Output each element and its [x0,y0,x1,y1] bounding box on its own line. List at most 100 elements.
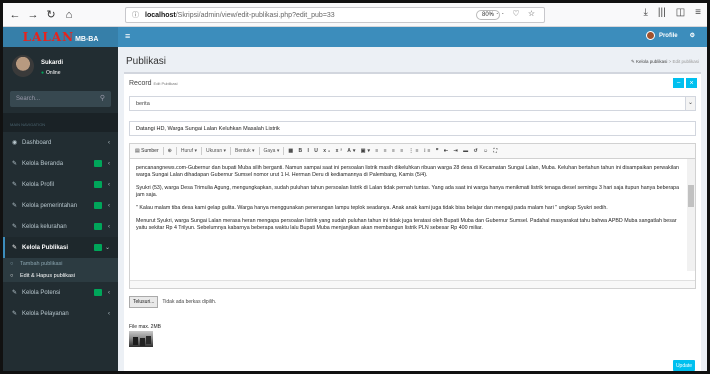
chevron-left-icon: ‹ [108,223,110,230]
sidebar-search[interactable]: Search... ⚲ [10,91,111,107]
back-icon[interactable]: ← [6,6,24,24]
sidebar-subitem-label: Edit & Hapus publikasi [20,273,76,279]
font-combo[interactable]: Huruf ▾ [181,148,197,154]
circle-icon: ○ [10,273,14,279]
sidebar-item-label: Kelola pemerintahan [22,202,78,209]
chevron-left-icon: ‹ [108,139,110,146]
profile-menu[interactable]: Profile ⚙ [645,31,695,40]
scrollbar-thumb[interactable] [688,185,694,207]
sidebar-item-label: Kelola Pelayanan [22,310,69,317]
format-combo-label: Bentuk [235,148,251,154]
category-value: berita [136,101,150,107]
url-path: /Skripsi/admin/view/edit-publikasi.php?e… [175,11,335,19]
breadcrumb-item[interactable]: Kelola publikasi [636,59,667,64]
breadcrumb: ✎ Kelola publikasi > Edit publikasi [631,59,699,65]
user-status: ● Online [41,70,60,76]
link-icon[interactable]: ⊕ [168,148,172,154]
dashboard-icon: ◉ [12,140,18,146]
page-actions-icon[interactable]: ··· ♡ ☆ [490,9,538,18]
screen: ← → ↻ ⌂ ⓘ localhost/Skripsi/admin/view/e… [0,0,710,374]
home-icon[interactable]: ⌂ [60,6,78,24]
sidebar-item-publikasi[interactable]: ✎ Kelola Publikasi ⌄ [3,237,118,258]
edit-icon: ✎ [12,161,18,167]
edit-icon: ✎ [12,290,18,296]
editor-content[interactable]: pencanangnews.com-Gubernur dan bupati Mu… [130,159,695,271]
download-icon[interactable]: ⤓ [643,7,647,18]
update-button[interactable]: Update [673,360,695,371]
toolbar-separator [283,147,285,155]
sidebar-item-label: Kelola Potensi [22,289,61,296]
toolbar-separator [230,147,232,155]
browse-button[interactable]: Telusuri... [129,296,159,308]
box-title-text: Record [129,80,152,87]
badge [94,160,102,167]
box-subtitle: Edit Publikasi [153,81,178,86]
chevron-left-icon: ‹ [108,202,110,209]
sidebar-item-profil[interactable]: ✎ Kelola Profil ‹ [3,174,118,195]
styles-combo-label: Gaya [263,148,276,154]
badge [94,223,102,230]
browser-toolbar: ← → ↻ ⌂ ⓘ localhost/Skripsi/admin/view/e… [3,3,707,27]
category-select[interactable]: berita ⌄ [129,96,696,111]
source-button[interactable]: ▤ Sumber [135,148,159,154]
page-title: Publikasi [126,56,167,67]
breadcrumb-item: Edit publikasi [672,59,699,64]
address-bar[interactable]: ⓘ localhost/Skripsi/admin/view/edit-publ… [125,7,545,23]
sidebar-item-kelurahan[interactable]: ✎ Kelola kelurahan ‹ [3,216,118,237]
chevron-down-icon[interactable]: ⌄ [685,97,695,110]
user-panel: Sukardi ● Online [3,47,118,87]
gears-icon[interactable]: ⚙ [690,32,695,39]
rich-text-editor[interactable]: ▤ Sumber ⊕ Huruf ▾ Ukuran ▾ Bentuk ▾ Gay… [129,143,696,289]
paragraph: Menurut Syukri, warga Sungai Lalan meras… [136,218,677,231]
logo-text: LALAN [22,30,75,44]
title-field[interactable]: Datangi HD, Warga Sungai Lalan Keluhkan … [129,121,696,136]
collapse-button[interactable]: − [673,78,684,88]
edit-icon: ✎ [12,182,18,188]
sidebar-item-dashboard[interactable]: ◉ Dashboard ‹ [3,132,118,153]
sidebar-item-pemerintahan[interactable]: ✎ Kelola pemerintahan ‹ [3,195,118,216]
profile-label: Profile [658,32,678,39]
toolbar-separator [175,147,177,155]
sidebar-subitem-tambah[interactable]: ○ Tambah publikasi [3,258,118,270]
user-status-text: Online [46,70,61,76]
editor-scrollbar[interactable] [687,159,695,271]
sidebar-subitem-edit[interactable]: ○ Edit & Hapus publikasi [3,270,118,282]
library-icon[interactable]: ||| [658,7,666,18]
sidebar-item-pelayanan[interactable]: ✎ Kelola Pelayanan ‹ [3,303,118,324]
sidebar-toggle-icon[interactable]: ◫ [676,7,685,18]
sidebar-item-potensi[interactable]: ✎ Kelola Potensi ‹ [3,282,118,303]
editor-resize-bar[interactable] [130,280,695,288]
file-input[interactable]: Telusuri... Tidak ada berkas dipilih. [129,296,216,308]
menu-icon[interactable]: ≡ [695,7,701,18]
hamburger-icon[interactable]: ≡ [125,31,130,41]
chevron-left-icon: ‹ [108,289,110,296]
sidebar-item-beranda[interactable]: ✎ Kelola Beranda ‹ [3,153,118,174]
info-icon[interactable]: ⓘ [132,10,139,20]
search-input[interactable]: Search... [16,96,40,102]
user-name: Sukardi [41,60,64,66]
logo[interactable]: LALAN MB-BA [3,27,118,47]
paragraph: pencanangnews.com-Gubernur dan bupati Mu… [136,165,679,178]
reload-icon[interactable]: ↻ [42,6,60,24]
formatting-buttons[interactable]: ▦ B I U x₂ x² A▾ ▣▾ ≡ ≡ ≡ ≡ ⋮≡ ⁝≡ ❞ ⇤ ⇥ … [288,148,499,154]
avatar [645,31,655,40]
file-status: Tidak ada berkas dipilih. [162,299,217,305]
forward-icon[interactable]: → [24,6,42,24]
sidebar-subitem-label: Tambah publikasi [20,261,63,267]
size-combo[interactable]: Ukuran ▾ [206,148,226,154]
toolbar-separator [200,147,202,155]
sidebar: Sukardi ● Online Search... ⚲ MAIN NAVIGAT… [3,47,118,371]
badge [94,181,102,188]
size-combo-label: Ukuran [205,148,223,154]
chevron-left-icon: ‹ [108,310,110,317]
search-icon[interactable]: ⚲ [100,94,105,102]
badge [94,244,102,251]
image-thumbnail [129,331,153,347]
online-dot-icon: ● [41,70,45,76]
sidebar-item-label: Kelola Beranda [22,160,64,167]
close-button[interactable]: × [686,78,697,88]
format-combo[interactable]: Bentuk ▾ [235,148,254,154]
styles-combo[interactable]: Gaya ▾ [264,148,280,154]
sidebar-item-label: Kelola Publikasi [22,244,69,251]
url-host: localhost [145,11,176,19]
